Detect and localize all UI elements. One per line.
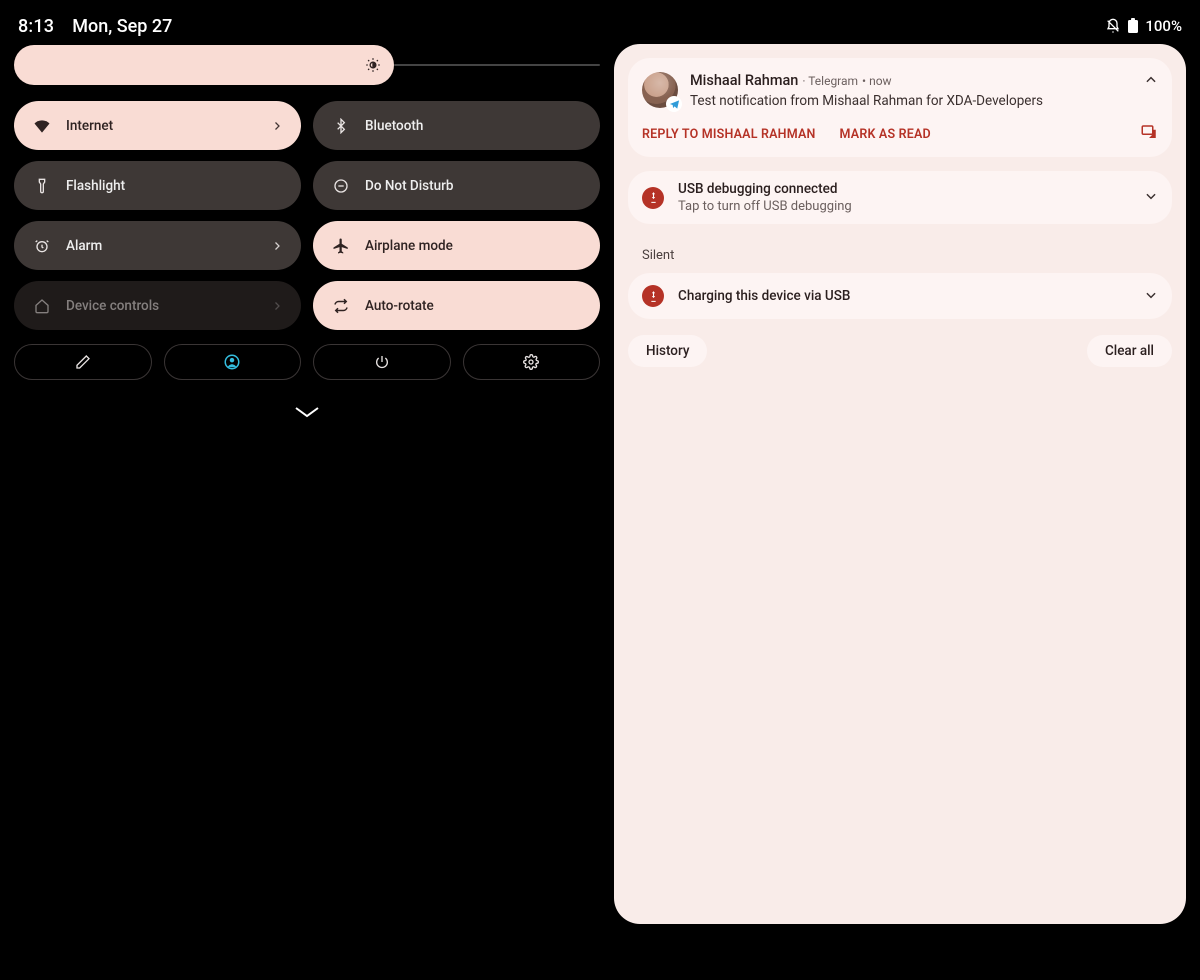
- chevron-up-icon[interactable]: [1144, 72, 1158, 91]
- power-button[interactable]: [313, 344, 451, 380]
- qs-tile-autorotate[interactable]: Auto-rotate: [313, 281, 600, 330]
- tile-label: Airplane mode: [365, 238, 453, 254]
- notification-app: Telegram: [808, 74, 858, 88]
- qs-tile-device-controls[interactable]: Device controls: [14, 281, 301, 330]
- reply-action[interactable]: REPLY TO MISHAAL RAHMAN: [642, 127, 816, 142]
- qs-tile-bluetooth[interactable]: Bluetooth: [313, 101, 600, 150]
- airplane-icon: [331, 236, 351, 256]
- mark-read-action[interactable]: MARK AS READ: [840, 127, 931, 142]
- user-switcher-button[interactable]: [164, 344, 302, 380]
- status-date: Mon, Sep 27: [72, 16, 172, 37]
- wifi-icon: [32, 116, 52, 136]
- alarm-icon: [32, 236, 52, 256]
- qs-tile-flashlight[interactable]: Flashlight: [14, 161, 301, 210]
- battery-icon: [1127, 18, 1139, 34]
- chevron-right-icon: [271, 240, 283, 252]
- tile-label: Do Not Disturb: [365, 178, 453, 194]
- telegram-badge-icon: [666, 96, 682, 112]
- chevron-down-icon[interactable]: [1144, 287, 1158, 306]
- qs-tile-internet[interactable]: Internet: [14, 101, 301, 150]
- bluetooth-icon: [331, 116, 351, 136]
- status-time: 8:13: [18, 16, 54, 37]
- avatar: [642, 72, 678, 108]
- notification-usb-debugging[interactable]: USB debugging connected Tap to turn off …: [628, 171, 1172, 224]
- expand-qs-button[interactable]: [14, 406, 600, 420]
- tile-label: Internet: [66, 118, 113, 134]
- qs-tile-airplane[interactable]: Airplane mode: [313, 221, 600, 270]
- tile-label: Bluetooth: [365, 118, 423, 134]
- qs-tile-dnd[interactable]: Do Not Disturb: [313, 161, 600, 210]
- notification-time: now: [869, 74, 892, 88]
- notification-subtitle: Tap to turn off USB debugging: [678, 199, 852, 214]
- dnd-icon: [331, 176, 351, 196]
- tile-label: Alarm: [66, 238, 102, 254]
- flashlight-icon: [32, 176, 52, 196]
- notification-title: Charging this device via USB: [678, 288, 850, 304]
- home-icon: [32, 296, 52, 316]
- clear-all-button[interactable]: Clear all: [1087, 335, 1172, 367]
- notification-shade: Mishaal Rahman · Telegram • now Test not…: [614, 44, 1186, 924]
- system-icon: [642, 187, 664, 209]
- status-bar: 8:13 Mon, Sep 27 100%: [0, 0, 1200, 44]
- history-button[interactable]: History: [628, 335, 707, 367]
- chevron-down-icon[interactable]: [1144, 188, 1158, 207]
- chevron-right-icon: [271, 120, 283, 132]
- edit-button[interactable]: [14, 344, 152, 380]
- brightness-icon: [364, 56, 382, 74]
- notification-charging[interactable]: Charging this device via USB: [628, 273, 1172, 319]
- quick-settings-panel: Internet Bluetooth Flashlight: [14, 44, 600, 420]
- battery-percent: 100%: [1145, 17, 1182, 35]
- qs-tile-alarm[interactable]: Alarm: [14, 221, 301, 270]
- tile-label: Device controls: [66, 298, 159, 314]
- system-icon: [642, 285, 664, 307]
- silent-section-label: Silent: [642, 248, 1168, 263]
- qs-tile-grid: Internet Bluetooth Flashlight: [14, 101, 600, 330]
- notification-sender: Mishaal Rahman: [690, 72, 798, 89]
- brightness-slider[interactable]: [14, 45, 600, 85]
- qs-footer-buttons: [14, 344, 600, 380]
- settings-button[interactable]: [463, 344, 601, 380]
- tile-label: Flashlight: [66, 178, 125, 194]
- notification-title: USB debugging connected: [678, 181, 852, 197]
- chevron-right-icon: [271, 300, 283, 312]
- notification-body: Test notification from Mishaal Rahman fo…: [690, 93, 1144, 109]
- tile-label: Auto-rotate: [365, 298, 434, 314]
- rotate-icon: [331, 296, 351, 316]
- bubble-icon[interactable]: [1140, 123, 1158, 145]
- dnd-icon: [1105, 18, 1121, 34]
- notification-conversation[interactable]: Mishaal Rahman · Telegram • now Test not…: [628, 58, 1172, 157]
